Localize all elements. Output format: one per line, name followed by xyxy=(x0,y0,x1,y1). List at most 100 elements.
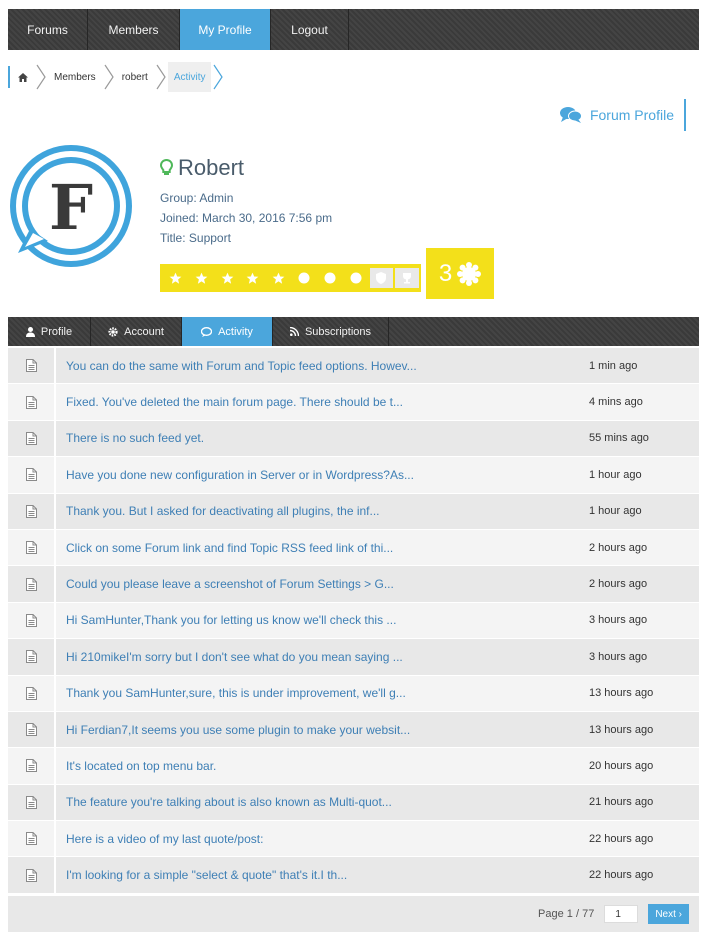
activity-row: Click on some Forum link and find Topic … xyxy=(8,529,699,567)
activity-link[interactable]: Click on some Forum link and find Topic … xyxy=(56,530,529,565)
tab-account[interactable]: Account xyxy=(91,317,182,346)
activity-link[interactable]: I'm looking for a simple "select & quote… xyxy=(56,857,529,892)
activity-row: Hi SamHunter,Thank you for letting us kn… xyxy=(8,602,699,640)
avatar-letter: F xyxy=(49,171,93,244)
circle-icon xyxy=(344,268,368,288)
tab-profile[interactable]: Profile xyxy=(8,317,91,346)
activity-row: Hi 210mikeI'm sorry but I don't see what… xyxy=(8,639,699,676)
activity-link[interactable]: Fixed. You've deleted the main forum pag… xyxy=(56,384,529,419)
activity-row: The feature you're talking about is also… xyxy=(8,784,699,822)
activity-link[interactable]: The feature you're talking about is also… xyxy=(56,785,529,820)
document-icon xyxy=(8,748,56,784)
forum-profile-link[interactable]: Forum Profile xyxy=(559,99,686,131)
activity-link[interactable]: Thank you SamHunter,sure, this is under … xyxy=(56,676,529,711)
star-icon xyxy=(164,268,188,288)
tab-activity-label: Activity xyxy=(218,325,253,338)
document-icon xyxy=(8,566,56,602)
star-icon xyxy=(267,268,291,288)
activity-link[interactable]: Have you done new configuration in Serve… xyxy=(56,457,529,492)
activity-link[interactable]: Could you please leave a screenshot of F… xyxy=(56,566,529,601)
forum-profile-label: Forum Profile xyxy=(589,107,674,123)
activity-link[interactable]: Hi Ferdian7,It seems you use some plugin… xyxy=(56,712,529,747)
nav-my-profile[interactable]: My Profile xyxy=(180,9,271,50)
document-icon xyxy=(8,384,56,420)
document-icon xyxy=(8,857,56,893)
comment-icon xyxy=(201,326,213,337)
document-icon xyxy=(8,493,56,529)
activity-link[interactable]: There is no such feed yet. xyxy=(56,421,529,456)
avatar[interactable]: F xyxy=(8,143,134,269)
activity-row: You can do the same with Forum and Topic… xyxy=(8,348,699,385)
document-icon xyxy=(8,639,56,675)
tab-account-label: Account xyxy=(124,325,164,338)
activity-time: 2 hours ago xyxy=(589,578,648,591)
rank-badge: 3 xyxy=(426,248,494,299)
rss-icon xyxy=(289,327,299,336)
activity-row: Could you please leave a screenshot of F… xyxy=(8,566,699,603)
circle-icon xyxy=(293,268,317,288)
profile-title: Title: Support xyxy=(160,231,231,245)
breadcrumb-members[interactable]: Members xyxy=(54,62,96,92)
activity-row: Thank you SamHunter,sure, this is under … xyxy=(8,675,699,712)
star-icon xyxy=(190,268,214,288)
nav-logout[interactable]: Logout xyxy=(271,9,349,50)
activity-row: I'm looking for a simple "select & quote… xyxy=(8,857,699,894)
activity-link[interactable]: Hi SamHunter,Thank you for letting us kn… xyxy=(56,603,529,638)
document-icon xyxy=(8,348,56,384)
nav-forums[interactable]: Forums xyxy=(8,9,88,50)
chevron-right-icon xyxy=(154,62,168,92)
activity-time: 3 hours ago xyxy=(589,650,648,663)
chevron-right-icon xyxy=(34,62,48,92)
activity-row: Fixed. You've deleted the main forum pag… xyxy=(8,384,699,421)
document-icon xyxy=(8,457,56,493)
activity-link[interactable]: It's located on top menu bar. xyxy=(56,748,529,783)
chevron-right-icon xyxy=(102,62,116,92)
next-page-button[interactable]: Next › xyxy=(648,904,689,924)
circle-icon xyxy=(318,268,342,288)
profile-tabs: Profile Account Activity Subscriptions xyxy=(8,317,699,346)
gear-icon xyxy=(108,326,118,337)
activity-time: 1 hour ago xyxy=(589,468,642,481)
activity-time: 3 hours ago xyxy=(589,614,648,627)
rank-number: 3 xyxy=(438,259,453,287)
profile-name-text: Robert xyxy=(178,155,245,180)
activity-row: Here is a video of my last quote/post: 2… xyxy=(8,821,699,858)
document-icon xyxy=(8,529,56,566)
tab-subscriptions-label: Subscriptions xyxy=(304,325,372,338)
activity-time: 55 mins ago xyxy=(589,432,649,445)
activity-time: 1 min ago xyxy=(589,359,638,372)
activity-link[interactable]: You can do the same with Forum and Topic… xyxy=(56,348,529,383)
breadcrumb-accent-bar xyxy=(8,66,10,88)
activity-time: 1 hour ago xyxy=(589,505,642,518)
tab-subscriptions[interactable]: Subscriptions xyxy=(273,317,389,346)
activity-list: You can do the same with Forum and Topic… xyxy=(8,348,699,894)
activity-row: There is no such feed yet. 55 mins ago xyxy=(8,420,699,458)
chevron-right-icon xyxy=(211,62,225,92)
lightbulb-icon xyxy=(160,159,173,175)
activity-time: 13 hours ago xyxy=(589,723,654,736)
activity-link[interactable]: Hi 210mikeI'm sorry but I don't see what… xyxy=(56,639,529,674)
page-number-input[interactable] xyxy=(604,905,639,923)
breadcrumb-home[interactable] xyxy=(18,62,28,92)
document-icon xyxy=(8,821,56,857)
activity-time: 20 hours ago xyxy=(589,759,654,772)
shield-icon xyxy=(369,268,394,288)
tab-activity[interactable]: Activity xyxy=(182,317,273,346)
activity-link[interactable]: Thank you. But I asked for deactivating … xyxy=(56,494,529,529)
activity-time: 13 hours ago xyxy=(589,687,654,700)
activity-row: It's located on top menu bar. 20 hours a… xyxy=(8,748,699,785)
activity-time: 4 mins ago xyxy=(589,396,643,409)
nav-members[interactable]: Members xyxy=(88,9,180,50)
document-icon xyxy=(8,711,56,748)
tab-profile-label: Profile xyxy=(40,325,73,338)
activity-time: 2 hours ago xyxy=(589,541,648,554)
breadcrumb-robert[interactable]: robert xyxy=(122,62,148,92)
profile-group: Group: Admin xyxy=(160,191,234,205)
top-navigation: Forums Members My Profile Logout xyxy=(8,9,699,50)
breadcrumb: Members robert Activity xyxy=(8,62,231,92)
activity-row: Thank you. But I asked for deactivating … xyxy=(8,493,699,530)
page-indicator: Page 1 / 77 xyxy=(538,908,595,920)
sun-icon xyxy=(457,261,482,286)
activity-time: 21 hours ago xyxy=(589,796,654,809)
activity-link[interactable]: Here is a video of my last quote/post: xyxy=(56,821,529,856)
